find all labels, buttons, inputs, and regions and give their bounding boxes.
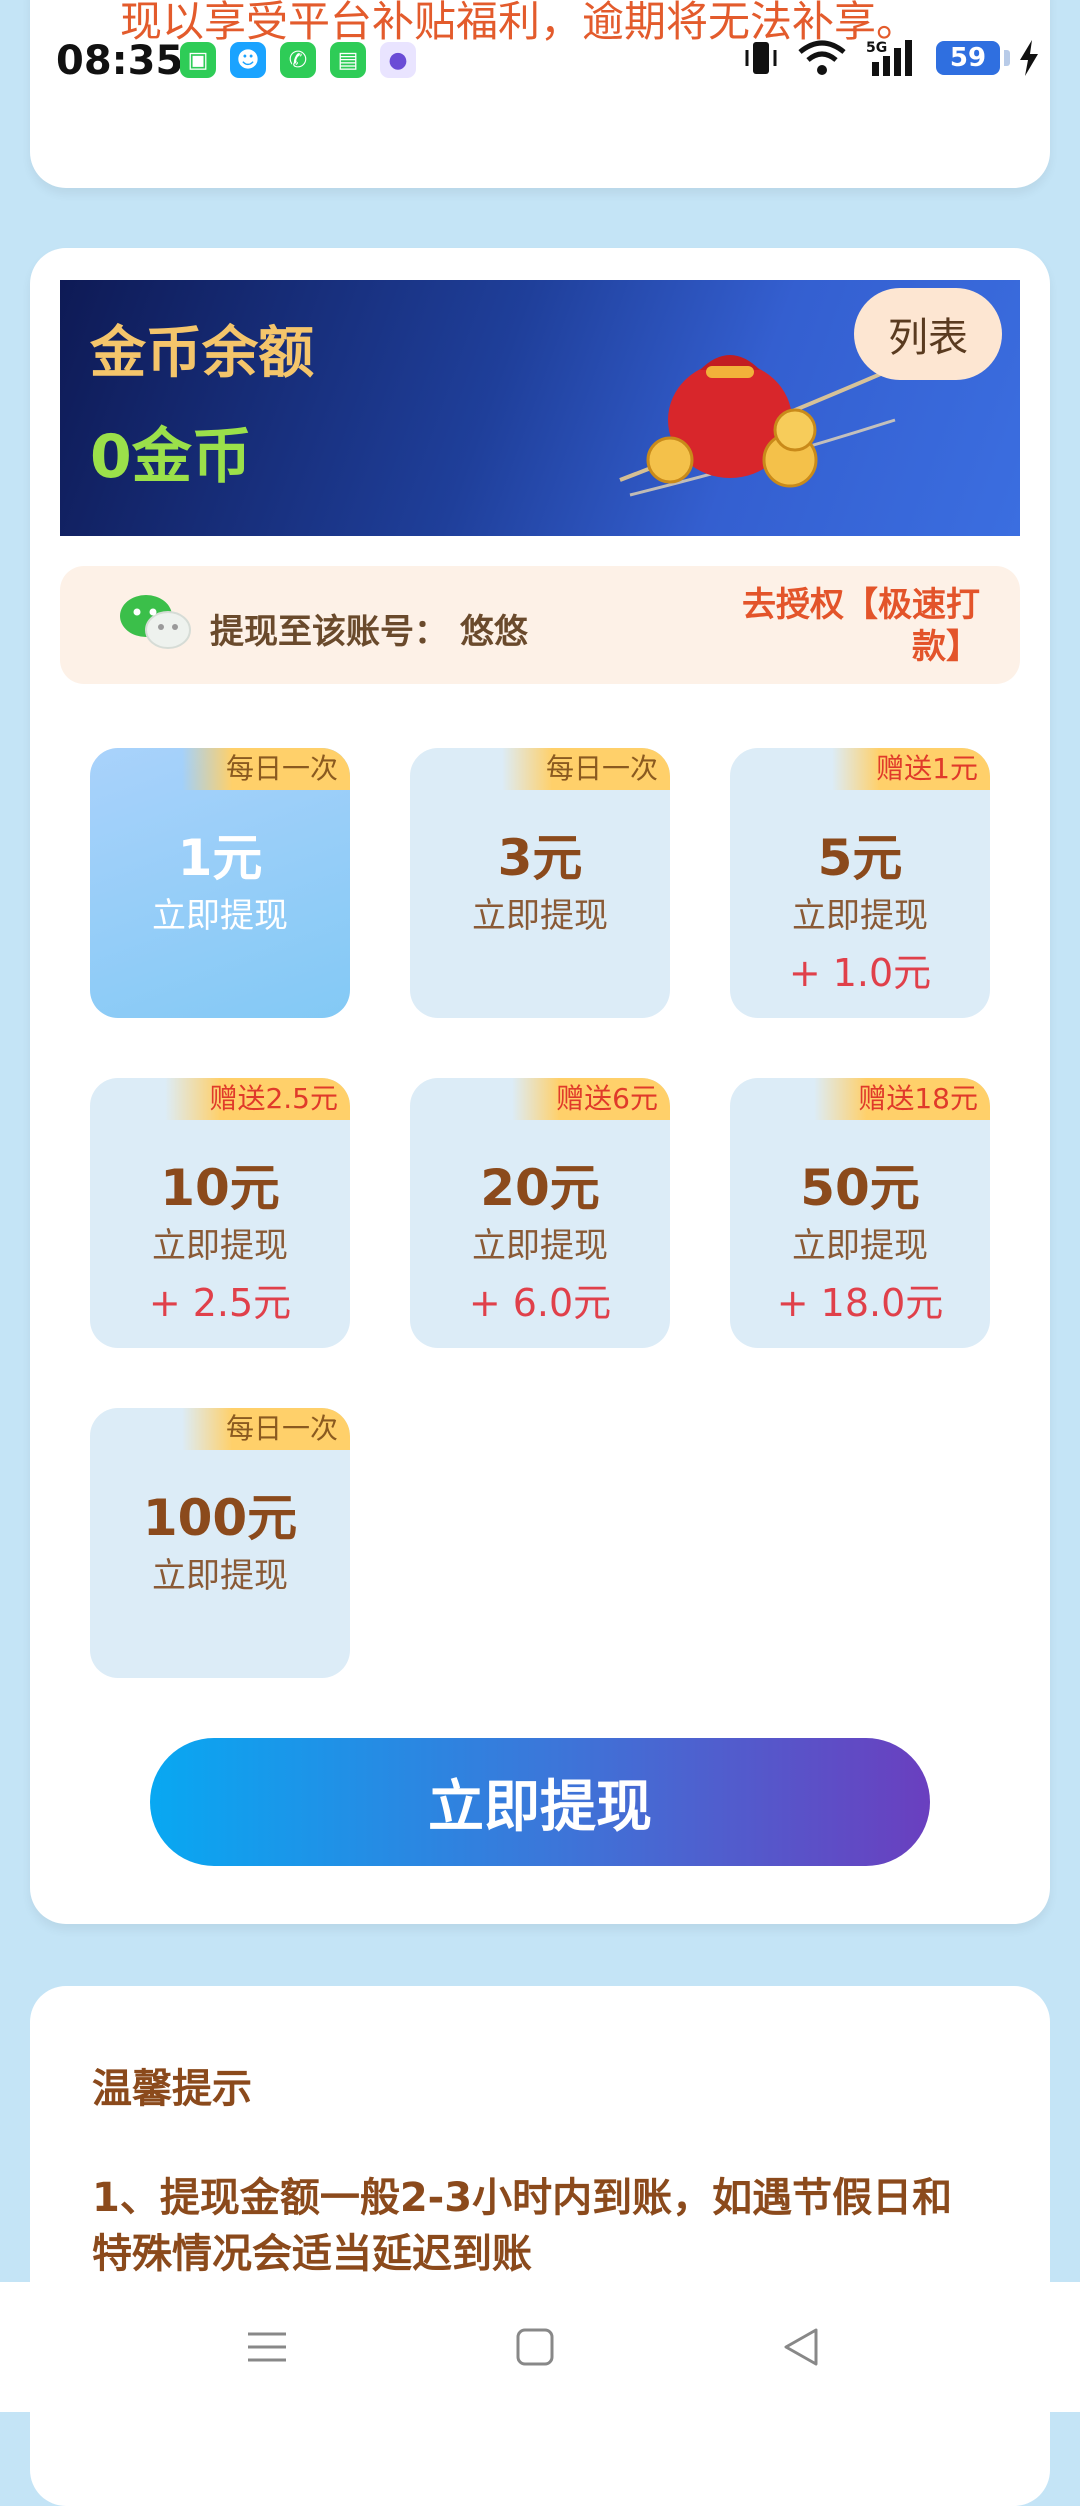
authorize-fast-pay-link[interactable]: 去授权【极速打款】 (700, 584, 980, 668)
option-tag: 赠送18元 (814, 1078, 990, 1120)
option-tag: 赠送6元 (512, 1078, 670, 1120)
option-label: 立即提现 (152, 896, 288, 936)
option-tag: 赠送1元 (832, 748, 990, 790)
back-icon[interactable] (776, 2322, 826, 2372)
tips-item: 1、提现金额一般2-3小时内到账，如遇节假日和特殊情况会适当延迟到账 (92, 2175, 953, 2277)
withdraw-option-5[interactable]: 赠送1元 5元 立即提现 + 1.0元 (730, 748, 990, 1018)
option-amount: 20元 (480, 1159, 600, 1217)
wechat-icon (120, 595, 191, 649)
home-icon[interactable] (510, 2322, 560, 2372)
withdraw-options-grid: 每日一次 1元 立即提现 每日一次 3元 立即提现 赠送1元 5元 立即提现 +… (90, 748, 990, 1698)
withdraw-account-label: 提现至该账号： (210, 612, 448, 652)
top-notice-card: 现以享受平台补贴福利，逾期将无法补享。 (30, 0, 1050, 188)
withdraw-option-1[interactable]: 每日一次 1元 立即提现 (90, 748, 350, 1018)
withdraw-option-50[interactable]: 赠送18元 50元 立即提现 + 18.0元 (730, 1078, 990, 1348)
option-bonus: + 1.0元 (788, 951, 932, 995)
option-label: 立即提现 (792, 896, 928, 936)
withdraw-account-text: 提现至该账号： 悠悠 (210, 604, 528, 653)
subsidy-notice: 现以享受平台补贴福利，逾期将无法补享。 (120, 0, 919, 46)
list-button[interactable]: 列表 (854, 288, 1002, 380)
option-amount: 5元 (817, 829, 903, 887)
option-bonus: + 2.5元 (148, 1281, 292, 1325)
withdraw-account-name: 悠悠 (459, 612, 528, 652)
tips-card: 温馨提示 1、提现金额一般2-3小时内到账，如遇节假日和特殊情况会适当延迟到账 (30, 1986, 1050, 2506)
withdraw-now-button[interactable]: 立即提现 (150, 1738, 930, 1866)
option-bonus: + 18.0元 (776, 1281, 944, 1325)
option-amount: 50元 (800, 1159, 920, 1217)
option-tag: 每日一次 (181, 748, 350, 790)
withdraw-card: 金币余额 0金币 列表 提现至该账号： 悠悠 去授权【极速打款】 每日一次 1元… (30, 248, 1050, 1924)
option-tag: 每日一次 (501, 748, 670, 790)
option-bonus: + 6.0元 (468, 1281, 612, 1325)
option-amount: 10元 (160, 1159, 280, 1217)
coin-balance-banner: 金币余额 0金币 列表 (60, 280, 1020, 536)
withdraw-option-100[interactable]: 每日一次 100元 立即提现 (90, 1408, 350, 1678)
coin-balance-value: 0金币 (90, 422, 252, 492)
option-label: 立即提现 (152, 1226, 288, 1266)
option-amount: 1元 (177, 829, 263, 887)
system-nav-bar (0, 2282, 1080, 2412)
option-amount: 3元 (497, 829, 583, 887)
option-label: 立即提现 (472, 1226, 608, 1266)
option-tag: 赠送2.5元 (165, 1078, 350, 1120)
option-label: 立即提现 (792, 1226, 928, 1266)
tips-title: 温馨提示 (92, 2066, 252, 2112)
option-amount: 100元 (142, 1489, 298, 1547)
coin-balance-title: 金币余额 (90, 321, 314, 386)
menu-icon[interactable] (242, 2322, 292, 2372)
withdraw-option-10[interactable]: 赠送2.5元 10元 立即提现 + 2.5元 (90, 1078, 350, 1348)
withdraw-option-20[interactable]: 赠送6元 20元 立即提现 + 6.0元 (410, 1078, 670, 1348)
option-tag: 每日一次 (181, 1408, 350, 1450)
option-label: 立即提现 (152, 1556, 288, 1596)
option-label: 立即提现 (472, 896, 608, 936)
withdraw-account-row: 提现至该账号： 悠悠 去授权【极速打款】 (60, 566, 1020, 684)
withdraw-option-3[interactable]: 每日一次 3元 立即提现 (410, 748, 670, 1018)
